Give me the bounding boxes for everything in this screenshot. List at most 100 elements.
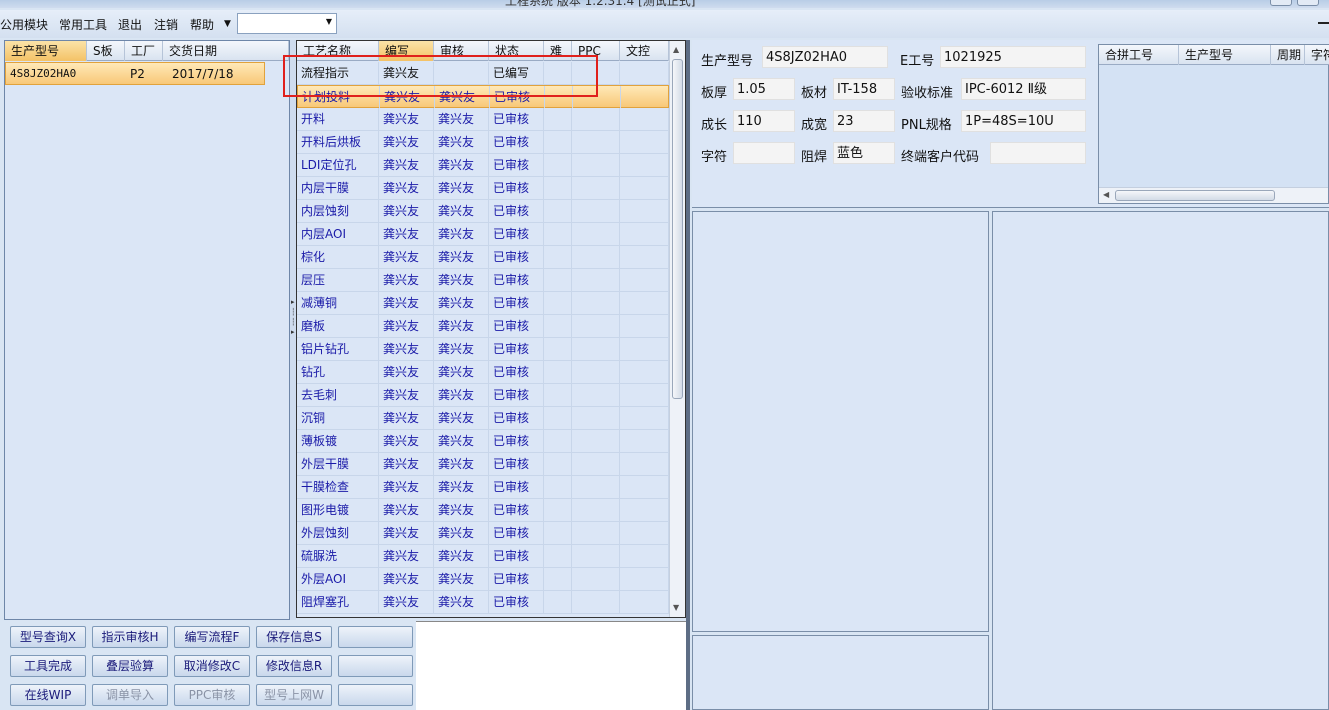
col-header-model[interactable]: 生产型号 [5,41,87,61]
col-header-status[interactable]: 状态 [489,41,544,61]
table-row[interactable]: 内层蚀刻 龚兴友 龚兴友 已审核 [297,200,669,223]
hscroll-thumb[interactable] [1115,190,1275,201]
col-header-ppc[interactable]: PPC [572,41,620,61]
maximize-window-button[interactable] [1297,0,1319,6]
col-header-merge-job[interactable]: 合拼工号 [1099,45,1179,65]
table-row[interactable]: 薄板镀 龚兴友 龚兴友 已审核 [297,430,669,453]
cancel-edit-button[interactable]: 取消修改C [174,655,250,677]
minimize-window-button[interactable] [1270,0,1292,6]
blank-button-1[interactable] [338,626,413,648]
table-row[interactable]: 棕化 龚兴友 龚兴友 已审核 [297,246,669,269]
table-row[interactable]: 流程指示 龚兴友 已编写 [297,62,669,85]
length-field[interactable]: 110 [733,110,795,132]
pnl-field[interactable]: 1P=48S=10U [961,110,1086,132]
order-factory-cell: P2 [130,67,145,81]
doc-control-cell [620,407,669,429]
reviewer-cell: 龚兴友 [434,154,489,176]
scroll-down-icon[interactable]: ▼ [673,603,679,612]
menu-dropdown-arrow-icon[interactable]: ▼ [224,19,231,29]
mdi-minimize-icon[interactable] [1318,22,1329,24]
menu-combo-box[interactable]: ▼ [237,13,337,34]
table-row[interactable]: 减薄铜 龚兴友 龚兴友 已审核 [297,292,669,315]
col-header-doc-control[interactable]: 文控 [620,41,669,61]
customer-field[interactable] [990,142,1086,164]
save-info-button[interactable]: 保存信息S [256,626,332,648]
edit-flow-button[interactable]: 编写流程F [174,626,250,648]
col-header-s-board[interactable]: S板 [87,41,125,61]
model-upload-button[interactable]: 型号上网W [256,684,332,706]
model-query-button[interactable]: 型号查询X [10,626,86,648]
menu-common-tools[interactable]: 常用工具 [59,16,107,33]
table-row[interactable]: 开料 龚兴友 龚兴友 已审核 [297,108,669,131]
menu-help[interactable]: 帮助 [190,16,214,33]
order-import-button[interactable]: 调单导入 [92,684,168,706]
table-row[interactable]: 干膜检查 龚兴友 龚兴友 已审核 [297,476,669,499]
menu-logout[interactable]: 注销 [154,16,178,33]
scroll-thumb[interactable] [672,59,683,399]
table-row[interactable]: 钻孔 龚兴友 龚兴友 已审核 [297,361,669,384]
customer-label: 终端客户代码 [901,150,980,165]
scroll-left-icon[interactable]: ◀ [1103,190,1109,199]
table-row[interactable]: 去毛刺 龚兴友 龚兴友 已审核 [297,384,669,407]
doc-control-cell [620,545,669,567]
col-header-process-name[interactable]: 工艺名称 [297,41,379,61]
table-row[interactable]: 沉铜 龚兴友 龚兴友 已审核 [297,407,669,430]
tool-complete-button[interactable]: 工具完成 [10,655,86,677]
menu-exit[interactable]: 退出 [118,16,142,33]
table-row[interactable]: 开料后烘板 龚兴友 龚兴友 已审核 [297,131,669,154]
table-row[interactable]: 内层AOI 龚兴友 龚兴友 已审核 [297,223,669,246]
ppc-cell [572,246,620,268]
table-row[interactable]: 外层干膜 龚兴友 龚兴友 已审核 [297,453,669,476]
panel-divider[interactable] [686,40,690,710]
standard-field[interactable]: IPC-6012 Ⅱ级 [961,78,1086,100]
mask-label: 阻焊 [801,150,828,165]
width-field[interactable]: 23 [833,110,895,132]
table-row[interactable]: 磨板 龚兴友 龚兴友 已审核 [297,315,669,338]
table-row[interactable]: 外层AOI 龚兴友 龚兴友 已审核 [297,568,669,591]
status-cell: 已审核 [489,591,544,613]
online-wip-button[interactable]: 在线WIP [10,684,86,706]
status-cell: 已审核 [489,223,544,245]
status-cell: 已审核 [489,407,544,429]
col-header-difficulty[interactable]: 难 [544,41,572,61]
blank-button-3[interactable] [338,684,413,706]
table-row[interactable]: 内层干膜 龚兴友 龚兴友 已审核 [297,177,669,200]
menu-common-module[interactable]: 公用模块 [0,16,48,33]
col-header-period[interactable]: 周期 [1271,45,1305,65]
stackup-check-button[interactable]: 叠层验算 [92,655,168,677]
ppc-review-button[interactable]: PPC审核 [174,684,250,706]
table-row[interactable]: 硫脲洗 龚兴友 龚兴友 已审核 [297,545,669,568]
scroll-up-icon[interactable]: ▲ [673,45,679,54]
doc-control-cell [620,591,669,613]
table-row[interactable]: 4S8JZ02HA0 P2 2017/7/18 [5,62,265,85]
merge-grid-hscrollbar[interactable]: ◀ [1099,187,1328,203]
char-field[interactable] [733,142,795,164]
thickness-field[interactable]: 1.05 [733,78,795,100]
table-row[interactable]: LDI定位孔 龚兴友 龚兴友 已审核 [297,154,669,177]
table-row[interactable]: 外层蚀刻 龚兴友 龚兴友 已审核 [297,522,669,545]
status-cell: 已审核 [489,131,544,153]
blank-button-2[interactable] [338,655,413,677]
process-grid-scrollbar[interactable]: ▲ ▼ [669,41,685,617]
width-label: 成宽 [801,118,828,133]
ejob-field[interactable]: 1021925 [940,46,1086,68]
status-cell: 已审核 [489,269,544,291]
table-row[interactable]: 图形电镀 龚兴友 龚兴友 已审核 [297,499,669,522]
table-row[interactable]: 铝片钻孔 龚兴友 龚兴友 已审核 [297,338,669,361]
edit-info-button[interactable]: 修改信息R [256,655,332,677]
difficulty-cell [544,568,572,590]
col-header-factory[interactable]: 工厂 [125,41,163,61]
mask-field[interactable]: 蓝色 [833,142,895,164]
col-header-char[interactable]: 字符 [1305,45,1329,65]
material-field[interactable]: IT-158 [833,78,895,100]
guide-review-button[interactable]: 指示审核H [92,626,168,648]
table-row[interactable]: 计划投料 龚兴友 龚兴友 已审核 [297,85,670,108]
col-header-merge-model[interactable]: 生产型号 [1179,45,1271,65]
col-header-reviewer[interactable]: 审核 [434,41,489,61]
col-header-writer[interactable]: 编写 [379,41,434,61]
col-header-delivery-date[interactable]: 交货日期 [163,41,289,61]
reviewer-cell: 龚兴友 [434,361,489,383]
table-row[interactable]: 阻焊塞孔 龚兴友 龚兴友 已审核 [297,591,669,614]
table-row[interactable]: 层压 龚兴友 龚兴友 已审核 [297,269,669,292]
model-field[interactable]: 4S8JZ02HA0 [762,46,888,68]
